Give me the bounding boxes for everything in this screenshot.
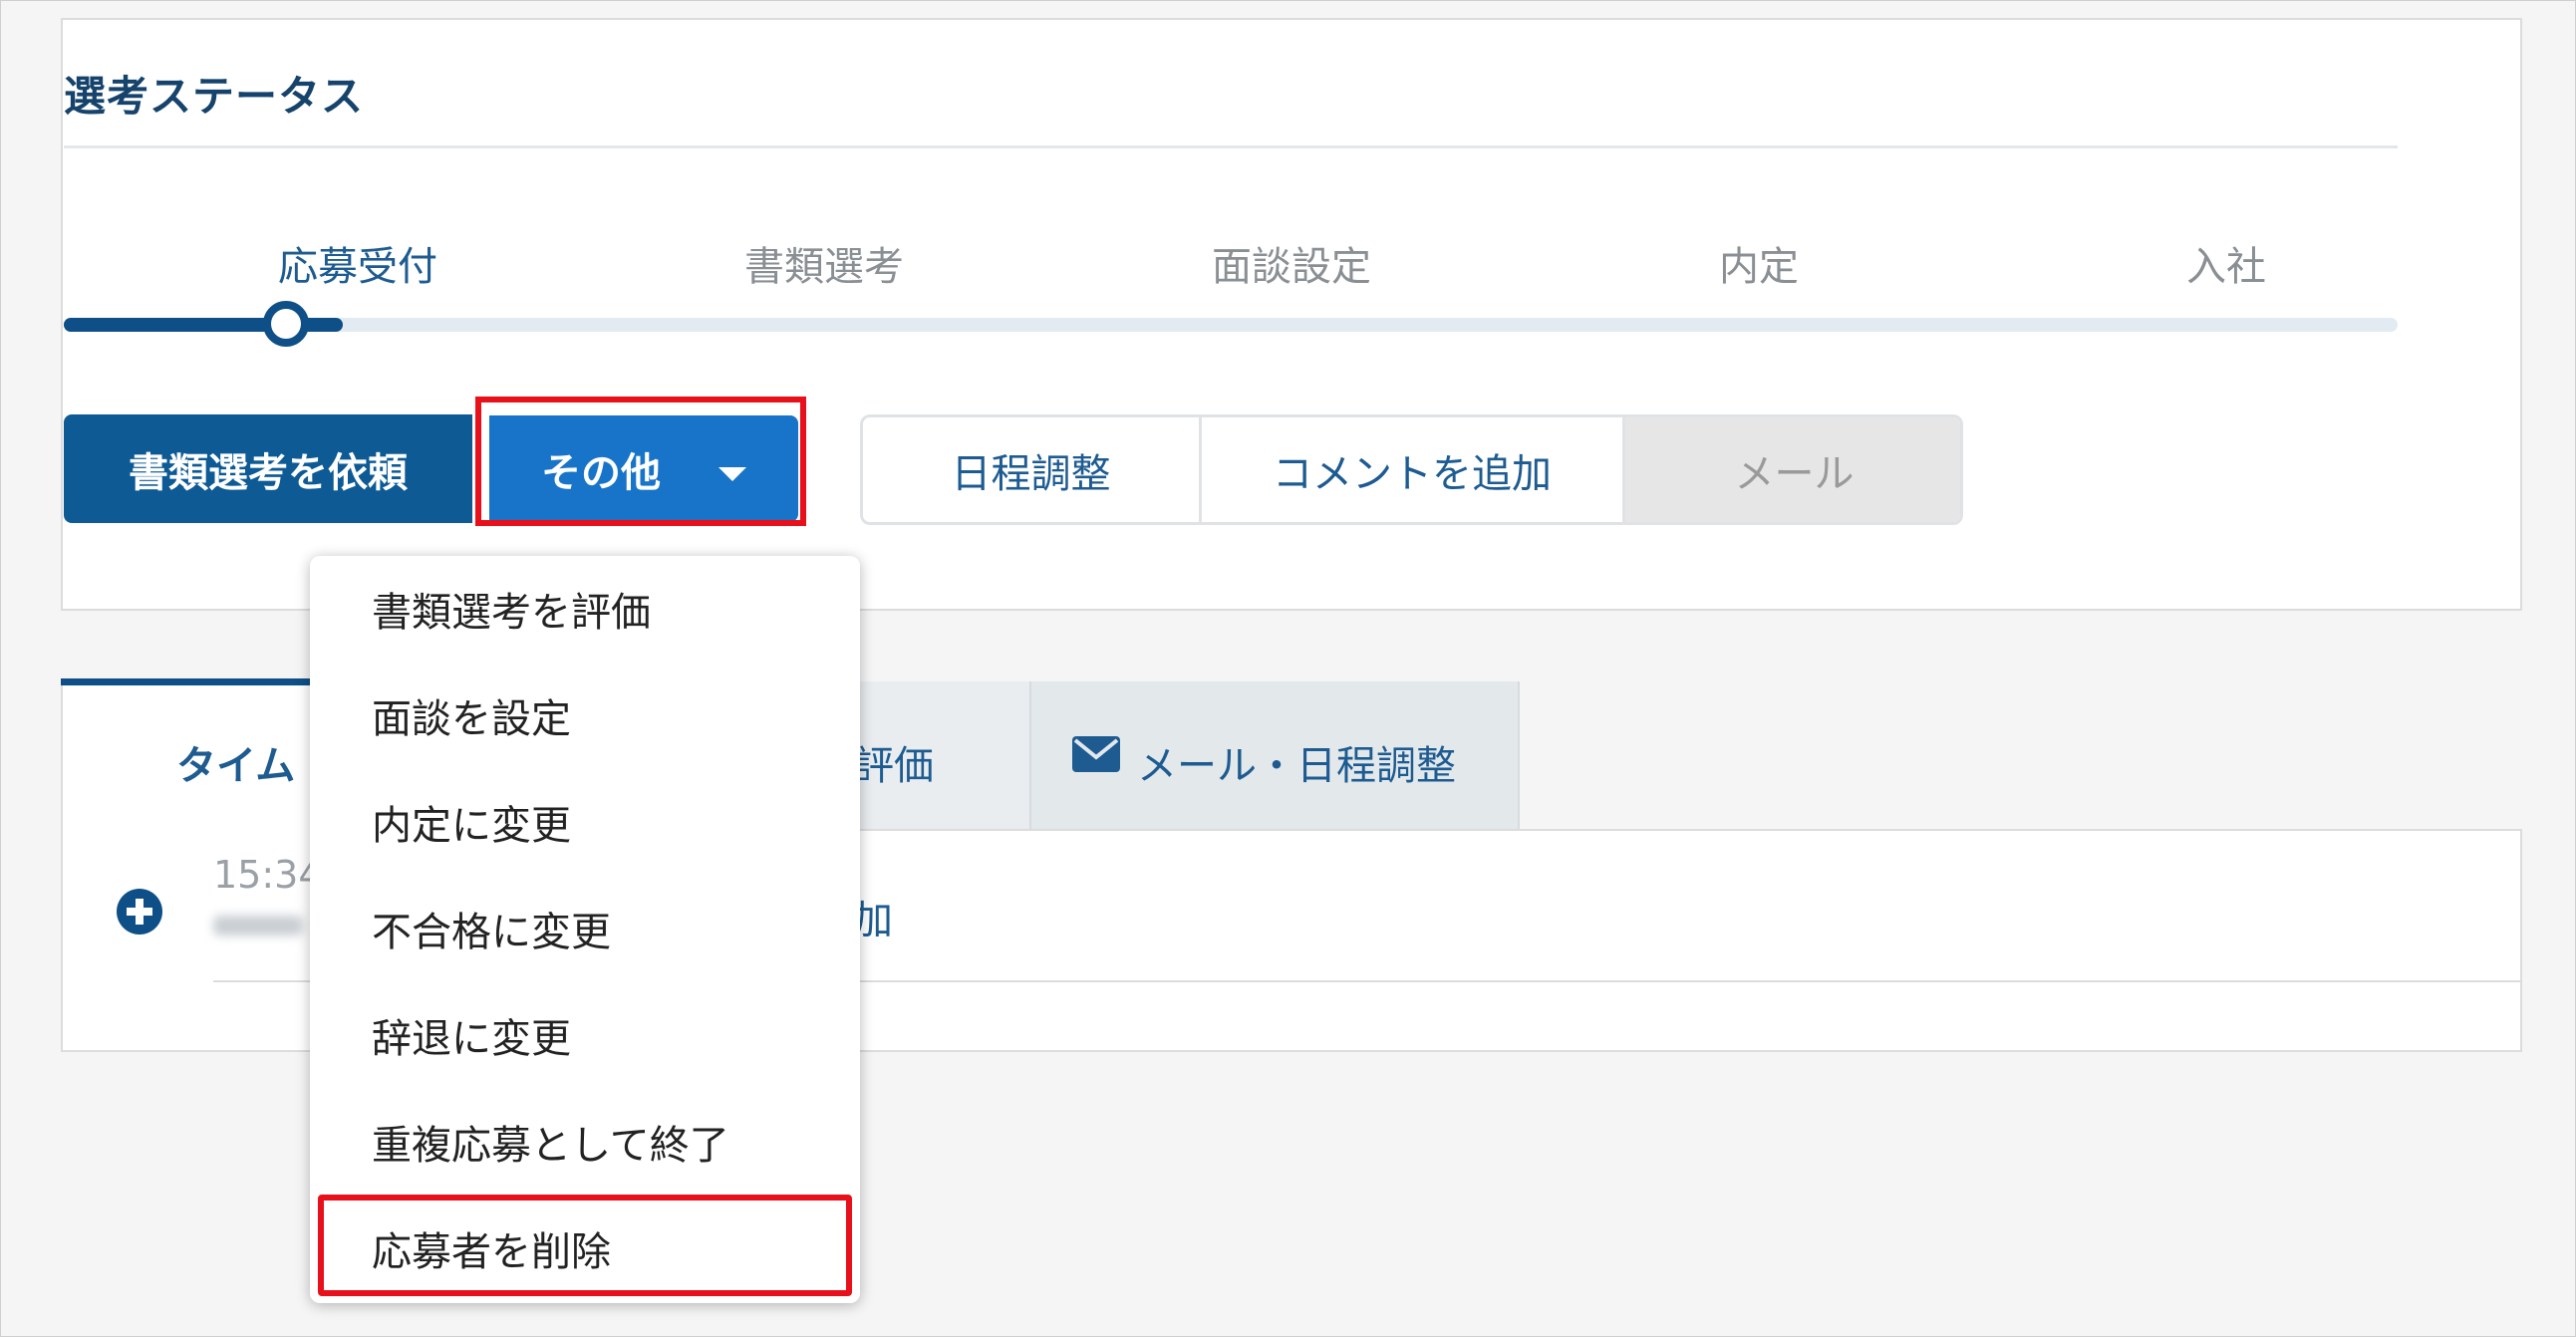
step-offer: 内定 — [1719, 244, 1799, 290]
add-comment-button[interactable]: コメントを追加 — [1202, 417, 1625, 522]
title-divider — [64, 145, 2398, 148]
tab-mail-schedule-label[interactable]: メール・日程調整 — [1137, 733, 1456, 791]
tab-bar-divider — [798, 829, 2522, 831]
schedule-adjust-button[interactable]: 日程調整 — [863, 417, 1202, 522]
highlight-other-button — [475, 397, 806, 526]
menu-item-change-to-offer[interactable]: 内定に変更 — [372, 793, 571, 851]
tab-evaluation-label[interactable]: 評価 — [854, 733, 934, 791]
tab-bar-background — [1520, 681, 2522, 829]
menu-item-evaluate-documents[interactable]: 書類選考を評価 — [372, 580, 651, 638]
app-frame: 選考ステータス 応募受付 書類選考 面談設定 内定 入社 書類選考を依頼 その他… — [0, 0, 2576, 1337]
other-dropdown-menu: 書類選考を評価 面談を設定 内定に変更 不合格に変更 辞退に変更 重複応募として… — [310, 556, 860, 1303]
menu-item-set-interview[interactable]: 面談を設定 — [372, 686, 571, 744]
step-document-screening: 書類選考 — [744, 244, 904, 290]
status-card-title: 選考ステータス — [64, 72, 365, 121]
secondary-button-group: 日程調整 コメントを追加 メール — [860, 414, 1963, 525]
timeline-entry-blurred-name — [213, 916, 303, 936]
step-join: 入社 — [2186, 244, 2266, 290]
menu-item-end-as-duplicate[interactable]: 重複応募として終了 — [372, 1113, 729, 1171]
step-application-received: 応募受付 — [278, 244, 437, 290]
progress-track — [64, 318, 2398, 332]
mail-icon — [1072, 736, 1120, 772]
highlight-delete-applicant — [318, 1195, 852, 1296]
menu-item-change-to-rejected[interactable]: 不合格に変更 — [372, 900, 611, 957]
mail-button[interactable]: メール — [1625, 417, 1960, 522]
request-document-screening-button[interactable]: 書類選考を依頼 — [64, 414, 472, 523]
add-circle-icon[interactable] — [116, 888, 163, 936]
step-interview-setting: 面談設定 — [1212, 244, 1371, 290]
timeline-entry-time: 15:34 — [213, 853, 323, 897]
tab-timeline-label[interactable]: タイム — [176, 733, 295, 791]
menu-item-change-to-declined[interactable]: 辞退に変更 — [372, 1006, 571, 1064]
progress-knob — [263, 301, 309, 347]
